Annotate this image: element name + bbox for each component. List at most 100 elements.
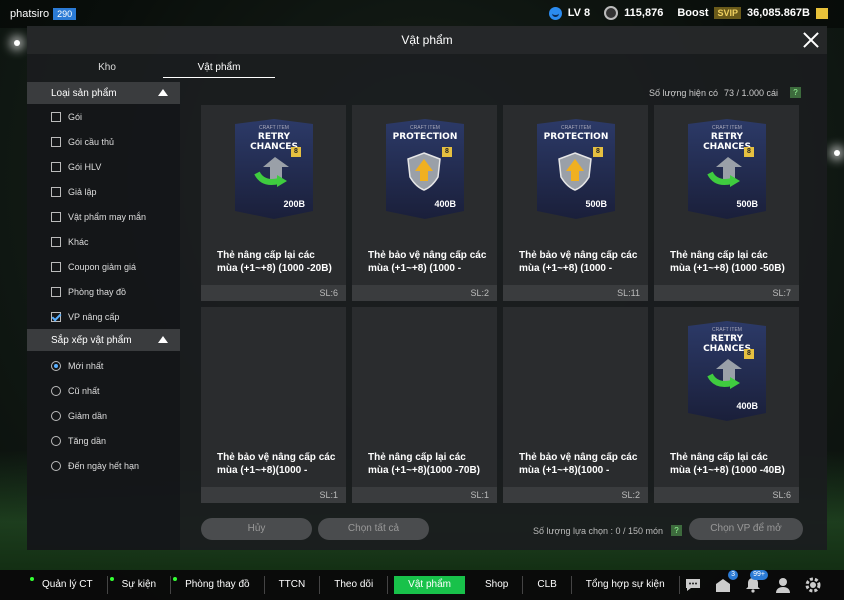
tab-bar: Kho Vật phẩm [51, 58, 275, 78]
collapse-arrow-icon [158, 89, 168, 96]
radio-icon[interactable] [51, 435, 61, 446]
sort-section-title: Sắp xếp vật phẩm [51, 334, 132, 346]
card-head: CRAFT ITEM [712, 125, 742, 131]
radio-icon[interactable] [51, 410, 61, 421]
help-icon[interactable]: ? [790, 87, 801, 98]
sort-option[interactable]: Giảm dần [27, 403, 180, 428]
card-value: 400B [736, 401, 758, 411]
category-option[interactable]: Giả lập [27, 179, 180, 204]
craft-item-card: CRAFT ITEM RETRY CHANCES 8 500B [688, 119, 766, 219]
item-card[interactable]: Thẻ nâng cấp lại các mùa (+1~+8)(1000 -7… [352, 307, 497, 503]
new-dot-icon [30, 577, 34, 581]
bp-icon [816, 7, 828, 19]
radio-icon[interactable] [51, 460, 61, 471]
tab-vat-pham[interactable]: Vật phẩm [163, 58, 275, 78]
profile-icon[interactable] [774, 576, 792, 594]
item-name: Thẻ nâng cấp lại các mùa (+1~+8) (1000 -… [670, 250, 785, 274]
item-card[interactable]: CRAFT ITEM PROTECTION 8 400B Thẻ bảo vệ nâng… [352, 105, 497, 301]
item-quantity: SL:11 [503, 285, 648, 301]
category-option[interactable]: VP nâng cấp [27, 304, 180, 329]
item-card-art: CRAFT ITEM PROTECTION 8 400B [386, 119, 464, 219]
item-quantity: SL:7 [654, 285, 799, 301]
category-option[interactable]: Vật phẩm may mắn [27, 204, 180, 229]
item-name: Thẻ bảo vệ nâng cấp các mùa (+1~+8) (100… [368, 250, 487, 274]
sort-section-header[interactable]: Sắp xếp vật phẩm [27, 329, 180, 351]
nav-item[interactable]: TTCN [265, 576, 321, 594]
item-card[interactable]: CRAFT ITEM RETRY CHANCES 8 200B Thẻ nâng cấp… [201, 105, 346, 301]
mail-icon[interactable]: 3 [714, 570, 738, 594]
item-card[interactable]: CRAFT ITEM RETRY CHANCES 8 400B Thẻ nâng cấp… [654, 307, 799, 503]
category-option[interactable]: Gói [27, 104, 180, 129]
checkbox-icon[interactable] [51, 236, 61, 247]
help-icon[interactable]: ? [671, 525, 683, 536]
nav-item[interactable]: Vật phẩm [394, 576, 465, 594]
nav-item[interactable]: CLB [523, 576, 572, 594]
category-option-label: Vật phẩm may mắn [68, 211, 147, 222]
nav-item[interactable]: Shop [471, 576, 524, 594]
category-option-label: VP nâng cấp [68, 311, 120, 322]
stadium-light [834, 150, 840, 156]
inventory-count-label: Số lượng hiện có [648, 87, 718, 98]
item-card[interactable]: CRAFT ITEM PROTECTION 8 500B Thẻ bảo vệ nâng… [503, 105, 648, 301]
cancel-button[interactable]: Hủy [201, 518, 312, 540]
retry-arrow-icon [706, 151, 746, 191]
nav-item[interactable]: Tổng hợp sự kiện [572, 576, 680, 594]
card-title: PROTECTION [543, 132, 609, 142]
checkbox-checked-icon[interactable] [51, 311, 61, 322]
card-value: 500B [736, 199, 758, 209]
chat-icon[interactable] [684, 576, 702, 594]
radio-selected-icon[interactable] [51, 360, 61, 371]
filter-sidebar: Loại sản phẩm Gói Gói cầu thủ Gói HLV Giả l… [27, 82, 180, 550]
bell-icon[interactable]: 99+ [744, 570, 768, 594]
category-option[interactable]: Coupon giảm giá [27, 254, 180, 279]
craft-item-card: CRAFT ITEM PROTECTION 8 500B [537, 119, 615, 219]
close-icon[interactable] [801, 30, 821, 50]
inventory-count-value: 73 / 1.000 cái [723, 87, 778, 98]
sort-option[interactable]: Cũ nhất [27, 378, 180, 403]
nav-item[interactable]: Sự kiện [108, 576, 172, 594]
category-section-header[interactable]: Loại sản phẩm [27, 82, 180, 104]
item-quantity: SL:1 [201, 487, 346, 503]
items-panel: Vật phẩm Kho Vật phẩm Loại sản phẩm Gói G… [27, 26, 827, 550]
gear-icon[interactable] [804, 576, 822, 594]
nav-item[interactable]: Phòng thay đồ [171, 576, 265, 594]
category-option[interactable]: Phòng thay đồ [27, 279, 180, 304]
sort-option-label: Đến ngày hết hạn [68, 460, 140, 471]
sort-option-label: Tăng dần [68, 435, 107, 446]
radio-icon[interactable] [51, 385, 61, 396]
boost-label[interactable]: Boost [677, 7, 708, 19]
checkbox-icon[interactable] [51, 161, 61, 172]
checkbox-icon[interactable] [51, 286, 61, 297]
item-quantity: SL:6 [201, 285, 346, 301]
category-option[interactable]: Khác [27, 229, 180, 254]
nav-item-label: Shop [484, 579, 509, 590]
item-card[interactable]: Thẻ bảo vệ nâng cấp các mùa (+1~+8)(1000… [503, 307, 648, 503]
category-option[interactable]: Gói cầu thủ [27, 129, 180, 154]
sort-list: Mới nhất Cũ nhất Giảm dần Tăng dần Đến ngày … [27, 351, 180, 478]
inventory-count: Số lượng hiện có 73 / 1.000 cái ? [649, 87, 801, 98]
category-option-label: Coupon giảm giá [68, 261, 137, 272]
nav-item[interactable]: Theo dõi [320, 576, 389, 594]
item-name: Thẻ bảo vệ nâng cấp các mùa (+1~+8) (100… [519, 250, 638, 274]
select-all-button[interactable]: Chọn tất cả [318, 518, 429, 540]
item-card[interactable]: Thẻ bảo vệ nâng cấp các mùa (+1~+8)(1000… [201, 307, 346, 503]
sort-option[interactable]: Mới nhất [27, 353, 180, 378]
stadium-light [14, 40, 20, 46]
card-title: PROTECTION [392, 132, 458, 142]
checkbox-icon[interactable] [51, 211, 61, 222]
mail-badge: 3 [728, 570, 738, 580]
tab-kho[interactable]: Kho [51, 58, 163, 78]
coins-value: 115,876 [624, 7, 664, 19]
checkbox-icon[interactable] [51, 261, 61, 272]
checkbox-icon[interactable] [51, 111, 61, 122]
craft-item-card: CRAFT ITEM RETRY CHANCES 8 200B [235, 119, 313, 219]
sort-option[interactable]: Tăng dần [27, 428, 180, 453]
retry-arrow-icon [253, 151, 293, 191]
checkbox-icon[interactable] [51, 186, 61, 197]
checkbox-icon[interactable] [51, 136, 61, 147]
category-option[interactable]: Gói HLV [27, 154, 180, 179]
item-card[interactable]: CRAFT ITEM RETRY CHANCES 8 500B Thẻ nâng cấp… [654, 105, 799, 301]
open-items-button[interactable]: Chọn VP để mở [689, 518, 803, 540]
sort-option[interactable]: Đến ngày hết hạn [27, 453, 180, 478]
nav-item[interactable]: Quản lý CT [28, 576, 108, 594]
